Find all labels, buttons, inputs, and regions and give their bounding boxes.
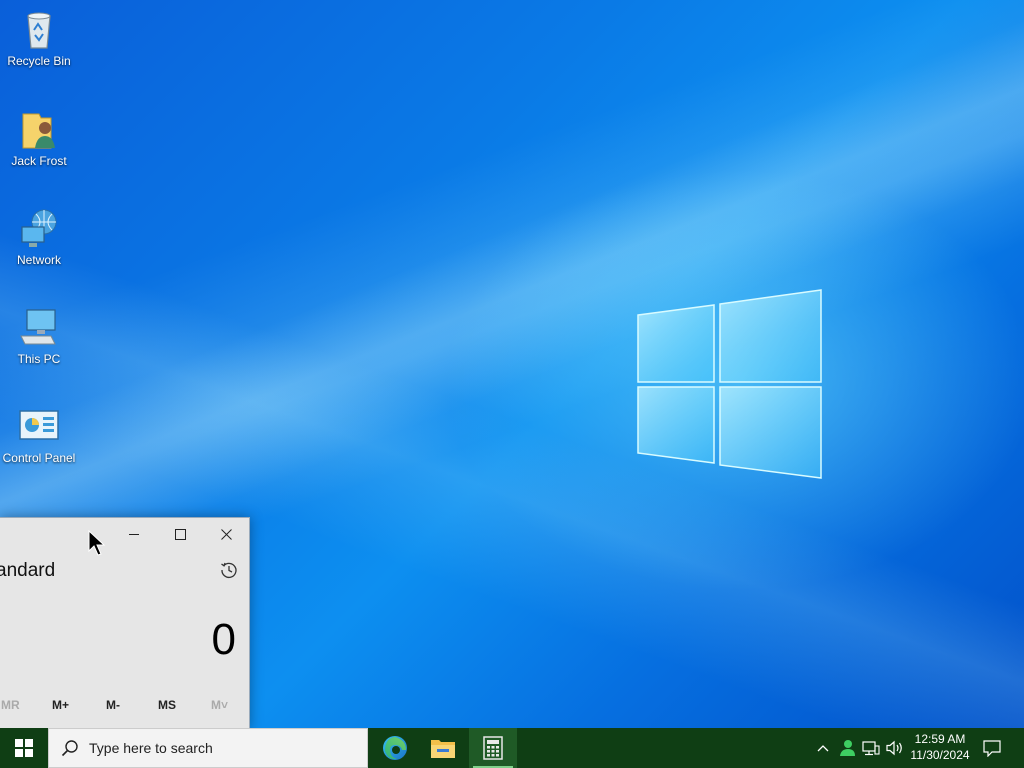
taskbar-app-calculator[interactable] xyxy=(469,728,517,768)
desktop-icon-network[interactable]: Network xyxy=(0,207,78,267)
chevron-up-icon xyxy=(817,745,829,752)
volume-icon xyxy=(886,740,902,756)
network-status-icon xyxy=(862,741,880,756)
windows-start-icon xyxy=(15,739,33,757)
desktop-icon-this-pc[interactable]: This PC xyxy=(0,306,78,366)
taskbar-app-file-explorer[interactable] xyxy=(419,728,467,768)
desktop-icon-label: Network xyxy=(16,253,61,267)
mouse-cursor-icon xyxy=(88,530,106,556)
start-button[interactable] xyxy=(0,728,48,768)
calculator-display: 0 xyxy=(211,615,236,664)
this-pc-icon xyxy=(17,306,61,350)
history-button[interactable] xyxy=(220,561,238,584)
user-folder-icon xyxy=(17,108,61,152)
windows-logo-wallpaper xyxy=(637,289,822,479)
memory-subtract-button[interactable]: M- xyxy=(106,698,120,712)
desktop-icon-label: This PC xyxy=(17,352,61,366)
edge-icon xyxy=(383,736,407,760)
search-placeholder: Type here to search xyxy=(89,740,213,756)
calculator-window[interactable]: andard 0 MR M+ M- MS M˅ xyxy=(0,517,250,728)
notification-icon xyxy=(983,740,1001,757)
desktop-icon-jack-frost[interactable]: Jack Frost xyxy=(0,108,78,168)
network-icon xyxy=(17,207,61,251)
clock-date: 11/30/2024 xyxy=(910,748,970,762)
memory-recall-button[interactable]: MR xyxy=(1,698,20,712)
taskbar: Type here to search 12:59 AM 11/30/2024 xyxy=(0,728,1024,768)
desktop-icon-recycle-bin[interactable]: Recycle Bin xyxy=(0,8,78,68)
close-icon xyxy=(220,528,232,540)
taskbar-clock[interactable]: 12:59 AM 11/30/2024 xyxy=(904,731,976,763)
people-icon xyxy=(840,740,855,756)
taskbar-app-edge[interactable] xyxy=(371,728,419,768)
action-center-button[interactable] xyxy=(978,728,1006,768)
recycle-bin-icon xyxy=(17,8,61,52)
volume-tray-button[interactable] xyxy=(884,728,906,768)
calculator-mode-title: andard xyxy=(0,560,56,581)
desktop-icon-label: Jack Frost xyxy=(11,154,67,168)
clock-time: 12:59 AM xyxy=(914,732,966,746)
taskbar-search-box[interactable]: Type here to search xyxy=(48,728,368,768)
network-tray-button[interactable] xyxy=(860,728,882,768)
memory-list-button[interactable]: M˅ xyxy=(211,698,228,712)
desktop-icon-control-panel[interactable]: Control Panel xyxy=(0,405,78,465)
control-panel-icon xyxy=(17,405,61,449)
show-hidden-icons-button[interactable] xyxy=(812,728,834,768)
maximize-icon xyxy=(174,528,186,540)
desktop: Recycle Bin Jack Frost Network This PC C… xyxy=(0,0,1024,728)
history-icon xyxy=(221,562,237,579)
maximize-button[interactable] xyxy=(157,518,203,550)
minimize-icon xyxy=(128,533,139,535)
desktop-icon-label: Recycle Bin xyxy=(7,54,71,68)
close-button[interactable] xyxy=(203,518,249,550)
memory-add-button[interactable]: M+ xyxy=(52,698,69,712)
search-icon xyxy=(61,740,78,757)
calculator-icon xyxy=(483,736,503,760)
people-tray-button[interactable] xyxy=(836,728,858,768)
minimize-button[interactable] xyxy=(111,518,157,550)
desktop-icon-label: Control Panel xyxy=(2,451,76,465)
memory-store-button[interactable]: MS xyxy=(158,698,176,712)
file-explorer-icon xyxy=(431,740,455,758)
